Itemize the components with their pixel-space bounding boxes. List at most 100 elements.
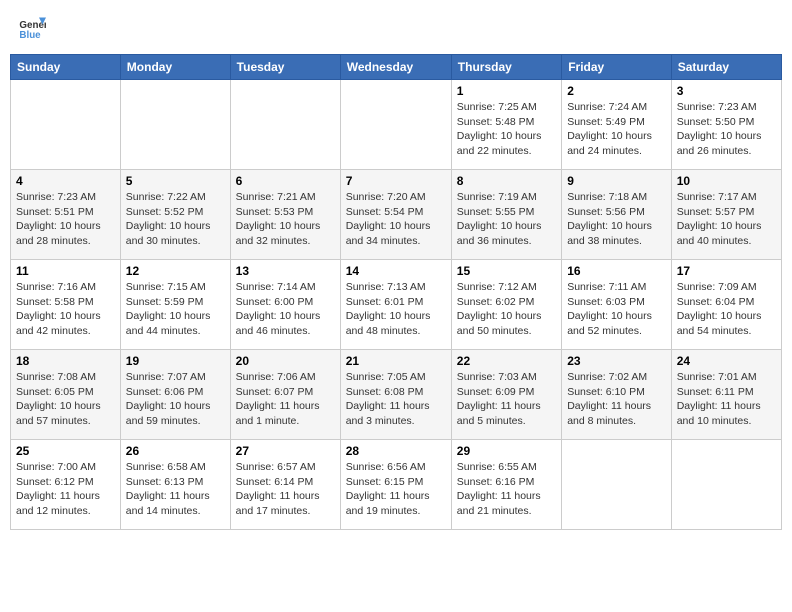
weekday-header-thursday: Thursday — [451, 55, 561, 80]
day-number: 16 — [567, 264, 666, 278]
page-header: General Blue — [10, 10, 782, 46]
day-number: 15 — [457, 264, 556, 278]
day-number: 20 — [236, 354, 335, 368]
day-info: Sunrise: 7:09 AM Sunset: 6:04 PM Dayligh… — [677, 280, 776, 339]
day-info: Sunrise: 7:23 AM Sunset: 5:51 PM Dayligh… — [16, 190, 115, 249]
week-row-4: 18 Sunrise: 7:08 AM Sunset: 6:05 PM Dayli… — [11, 350, 782, 440]
day-info: Sunrise: 7:12 AM Sunset: 6:02 PM Dayligh… — [457, 280, 556, 339]
day-number: 6 — [236, 174, 335, 188]
day-number: 29 — [457, 444, 556, 458]
day-info: Sunrise: 6:57 AM Sunset: 6:14 PM Dayligh… — [236, 460, 335, 519]
week-row-3: 11 Sunrise: 7:16 AM Sunset: 5:58 PM Dayli… — [11, 260, 782, 350]
svg-text:Blue: Blue — [19, 30, 41, 41]
week-row-2: 4 Sunrise: 7:23 AM Sunset: 5:51 PM Daylig… — [11, 170, 782, 260]
day-info: Sunrise: 6:56 AM Sunset: 6:15 PM Dayligh… — [346, 460, 446, 519]
day-cell-17: 17 Sunrise: 7:09 AM Sunset: 6:04 PM Dayli… — [671, 260, 781, 350]
day-number: 1 — [457, 84, 556, 98]
day-cell-3: 3 Sunrise: 7:23 AM Sunset: 5:50 PM Daylig… — [671, 80, 781, 170]
day-info: Sunrise: 7:16 AM Sunset: 5:58 PM Dayligh… — [16, 280, 115, 339]
day-cell-18: 18 Sunrise: 7:08 AM Sunset: 6:05 PM Dayli… — [11, 350, 121, 440]
weekday-header-sunday: Sunday — [11, 55, 121, 80]
day-number: 7 — [346, 174, 446, 188]
day-cell-4: 4 Sunrise: 7:23 AM Sunset: 5:51 PM Daylig… — [11, 170, 121, 260]
day-number: 19 — [126, 354, 225, 368]
day-info: Sunrise: 7:20 AM Sunset: 5:54 PM Dayligh… — [346, 190, 446, 249]
day-number: 14 — [346, 264, 446, 278]
day-cell-14: 14 Sunrise: 7:13 AM Sunset: 6:01 PM Dayli… — [340, 260, 451, 350]
day-cell-7: 7 Sunrise: 7:20 AM Sunset: 5:54 PM Daylig… — [340, 170, 451, 260]
day-info: Sunrise: 7:21 AM Sunset: 5:53 PM Dayligh… — [236, 190, 335, 249]
weekday-header-friday: Friday — [562, 55, 672, 80]
weekday-header-monday: Monday — [120, 55, 230, 80]
empty-cell — [562, 440, 672, 530]
day-cell-11: 11 Sunrise: 7:16 AM Sunset: 5:58 PM Dayli… — [11, 260, 121, 350]
weekday-header-tuesday: Tuesday — [230, 55, 340, 80]
day-number: 11 — [16, 264, 115, 278]
day-info: Sunrise: 7:24 AM Sunset: 5:49 PM Dayligh… — [567, 100, 666, 159]
day-number: 18 — [16, 354, 115, 368]
day-info: Sunrise: 7:15 AM Sunset: 5:59 PM Dayligh… — [126, 280, 225, 339]
day-info: Sunrise: 6:58 AM Sunset: 6:13 PM Dayligh… — [126, 460, 225, 519]
day-number: 5 — [126, 174, 225, 188]
empty-cell — [120, 80, 230, 170]
empty-cell — [671, 440, 781, 530]
day-number: 9 — [567, 174, 666, 188]
day-number: 3 — [677, 84, 776, 98]
day-cell-5: 5 Sunrise: 7:22 AM Sunset: 5:52 PM Daylig… — [120, 170, 230, 260]
day-cell-23: 23 Sunrise: 7:02 AM Sunset: 6:10 PM Dayli… — [562, 350, 672, 440]
day-number: 25 — [16, 444, 115, 458]
day-info: Sunrise: 7:17 AM Sunset: 5:57 PM Dayligh… — [677, 190, 776, 249]
day-info: Sunrise: 7:05 AM Sunset: 6:08 PM Dayligh… — [346, 370, 446, 429]
day-number: 24 — [677, 354, 776, 368]
day-cell-20: 20Sunrise: 7:06 AM Sunset: 6:07 PM Dayli… — [230, 350, 340, 440]
day-number: 2 — [567, 84, 666, 98]
day-number: 21 — [346, 354, 446, 368]
week-row-1: 1 Sunrise: 7:25 AM Sunset: 5:48 PM Daylig… — [11, 80, 782, 170]
day-number: 17 — [677, 264, 776, 278]
day-info: Sunrise: 7:00 AM Sunset: 6:12 PM Dayligh… — [16, 460, 115, 519]
logo-icon: General Blue — [18, 14, 46, 42]
day-number: 4 — [16, 174, 115, 188]
day-info: Sunrise: 7:22 AM Sunset: 5:52 PM Dayligh… — [126, 190, 225, 249]
day-cell-25: 25 Sunrise: 7:00 AM Sunset: 6:12 PM Dayli… — [11, 440, 121, 530]
empty-cell — [230, 80, 340, 170]
day-info: Sunrise: 7:01 AM Sunset: 6:11 PM Dayligh… — [677, 370, 776, 429]
day-info: Sunrise: 7:08 AM Sunset: 6:05 PM Dayligh… — [16, 370, 115, 429]
day-cell-16: 16Sunrise: 7:11 AM Sunset: 6:03 PM Dayli… — [562, 260, 672, 350]
day-info: Sunrise: 7:25 AM Sunset: 5:48 PM Dayligh… — [457, 100, 556, 159]
week-row-5: 25 Sunrise: 7:00 AM Sunset: 6:12 PM Dayli… — [11, 440, 782, 530]
day-cell-24: 24 Sunrise: 7:01 AM Sunset: 6:11 PM Dayli… — [671, 350, 781, 440]
day-cell-27: 27 Sunrise: 6:57 AM Sunset: 6:14 PM Dayli… — [230, 440, 340, 530]
day-info: Sunrise: 7:03 AM Sunset: 6:09 PM Dayligh… — [457, 370, 556, 429]
weekday-header-row: SundayMondayTuesdayWednesdayThursdayFrid… — [11, 55, 782, 80]
calendar-table: SundayMondayTuesdayWednesdayThursdayFrid… — [10, 54, 782, 530]
day-info: Sunrise: 7:23 AM Sunset: 5:50 PM Dayligh… — [677, 100, 776, 159]
day-number: 13 — [236, 264, 335, 278]
day-info: Sunrise: 7:18 AM Sunset: 5:56 PM Dayligh… — [567, 190, 666, 249]
day-cell-12: 12 Sunrise: 7:15 AM Sunset: 5:59 PM Dayli… — [120, 260, 230, 350]
day-cell-6: 6 Sunrise: 7:21 AM Sunset: 5:53 PM Daylig… — [230, 170, 340, 260]
day-info: Sunrise: 7:02 AM Sunset: 6:10 PM Dayligh… — [567, 370, 666, 429]
day-info: Sunrise: 7:19 AM Sunset: 5:55 PM Dayligh… — [457, 190, 556, 249]
day-cell-10: 10 Sunrise: 7:17 AM Sunset: 5:57 PM Dayli… — [671, 170, 781, 260]
day-cell-8: 8Sunrise: 7:19 AM Sunset: 5:55 PM Daylig… — [451, 170, 561, 260]
day-number: 12 — [126, 264, 225, 278]
logo: General Blue — [18, 14, 50, 42]
day-cell-19: 19Sunrise: 7:07 AM Sunset: 6:06 PM Dayli… — [120, 350, 230, 440]
day-number: 23 — [567, 354, 666, 368]
day-info: Sunrise: 7:13 AM Sunset: 6:01 PM Dayligh… — [346, 280, 446, 339]
day-number: 22 — [457, 354, 556, 368]
day-cell-13: 13Sunrise: 7:14 AM Sunset: 6:00 PM Dayli… — [230, 260, 340, 350]
day-cell-22: 22 Sunrise: 7:03 AM Sunset: 6:09 PM Dayli… — [451, 350, 561, 440]
weekday-header-saturday: Saturday — [671, 55, 781, 80]
day-info: Sunrise: 6:55 AM Sunset: 6:16 PM Dayligh… — [457, 460, 556, 519]
day-cell-2: 2 Sunrise: 7:24 AM Sunset: 5:49 PM Daylig… — [562, 80, 672, 170]
day-number: 28 — [346, 444, 446, 458]
empty-cell — [340, 80, 451, 170]
day-number: 10 — [677, 174, 776, 188]
day-cell-1: 1 Sunrise: 7:25 AM Sunset: 5:48 PM Daylig… — [451, 80, 561, 170]
day-cell-9: 9 Sunrise: 7:18 AM Sunset: 5:56 PM Daylig… — [562, 170, 672, 260]
day-number: 27 — [236, 444, 335, 458]
empty-cell — [11, 80, 121, 170]
day-cell-26: 26Sunrise: 6:58 AM Sunset: 6:13 PM Dayli… — [120, 440, 230, 530]
